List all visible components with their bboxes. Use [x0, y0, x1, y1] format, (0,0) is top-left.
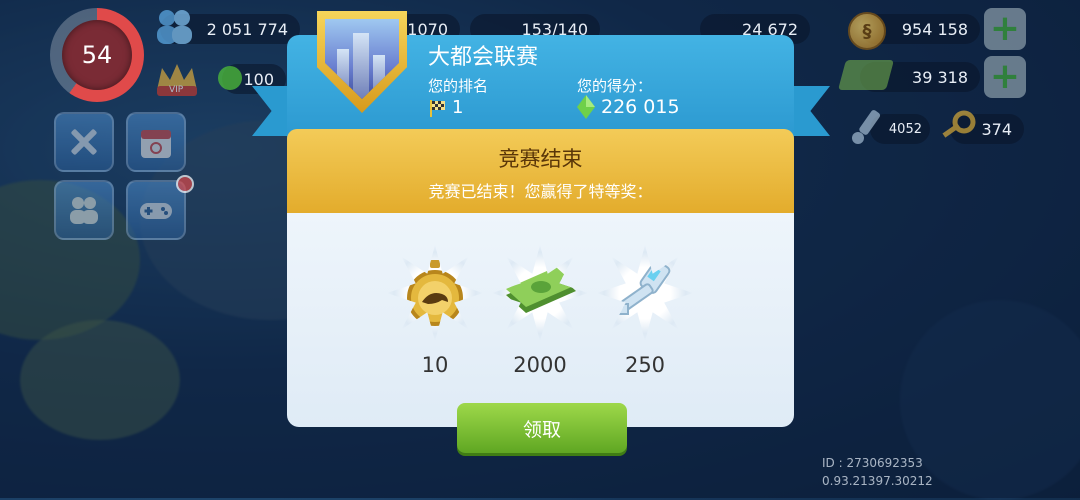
- simoleon-icon: §: [848, 12, 886, 50]
- smiley-icon: [218, 66, 242, 90]
- claim-button[interactable]: 领取: [457, 403, 627, 453]
- speedup-token-icon: [407, 260, 463, 326]
- rank-value: 1: [452, 97, 464, 118]
- notification-dot-icon: [176, 175, 194, 193]
- platinum-keys-value: 4052: [888, 121, 922, 137]
- reward-value: 10: [421, 353, 449, 377]
- reward-item: 2000: [490, 245, 590, 377]
- golden-keys-value: 374: [981, 119, 1012, 139]
- plus-icon: +: [989, 56, 1021, 97]
- golden-key-hud-icon: [938, 108, 978, 148]
- reward-item: 10: [385, 245, 485, 377]
- contest-result-dialog: 大都会联赛 您的排名 1 您的得分： 226 015 竞赛结束 竞赛已结束！您赢…: [287, 11, 794, 453]
- rank-display: 1: [428, 97, 463, 118]
- reward-item: 250: [595, 245, 695, 377]
- level-indicator[interactable]: 54: [50, 8, 144, 102]
- population-value: 2 051 774: [206, 19, 288, 39]
- vip-badge-icon[interactable]: VIP: [152, 60, 202, 100]
- friends-button[interactable]: [54, 180, 114, 240]
- banner-subtitle: 竞赛已结束！您赢得了特等奖：: [428, 182, 653, 201]
- tools-button[interactable]: [54, 112, 114, 172]
- calendar-button[interactable]: [126, 112, 186, 172]
- score-display: 226 015: [577, 95, 680, 119]
- simcash-hud-icon: [837, 60, 895, 90]
- banner-title: 竞赛结束: [498, 147, 583, 171]
- checkered-flag-icon: [430, 99, 445, 117]
- rank-label: 您的排名: [428, 77, 489, 95]
- vip-label: VIP: [169, 85, 184, 95]
- level-number: 54: [62, 20, 132, 90]
- reward-value: 2000: [513, 353, 567, 377]
- version-text: 0.93.21397.30212: [822, 474, 933, 488]
- add-simcash-button[interactable]: +: [984, 56, 1026, 98]
- simcash-icon: [506, 267, 576, 313]
- player-id-text: ID : 2730692353: [822, 456, 923, 470]
- plus-icon: +: [989, 8, 1021, 49]
- population-icon: [152, 6, 196, 46]
- platinum-key-icon: [617, 260, 671, 315]
- reward-value: 250: [624, 353, 666, 377]
- simoleons-value: 954 158: [901, 19, 968, 39]
- league-title: 大都会联赛: [428, 45, 539, 70]
- secondary-value: 100: [243, 69, 274, 89]
- gamepad-icon: [140, 203, 172, 219]
- platinum-key-hud-icon: [848, 106, 884, 146]
- score-value: 226 015: [601, 96, 680, 118]
- simcash-value: 39 318: [912, 67, 968, 87]
- score-label: 您的得分：: [577, 77, 653, 95]
- green-gem-icon: [577, 95, 595, 119]
- tools-icon: [71, 129, 97, 155]
- calendar-icon: [141, 130, 171, 158]
- friends-icon: [70, 197, 98, 224]
- add-simoleons-button[interactable]: +: [984, 8, 1026, 50]
